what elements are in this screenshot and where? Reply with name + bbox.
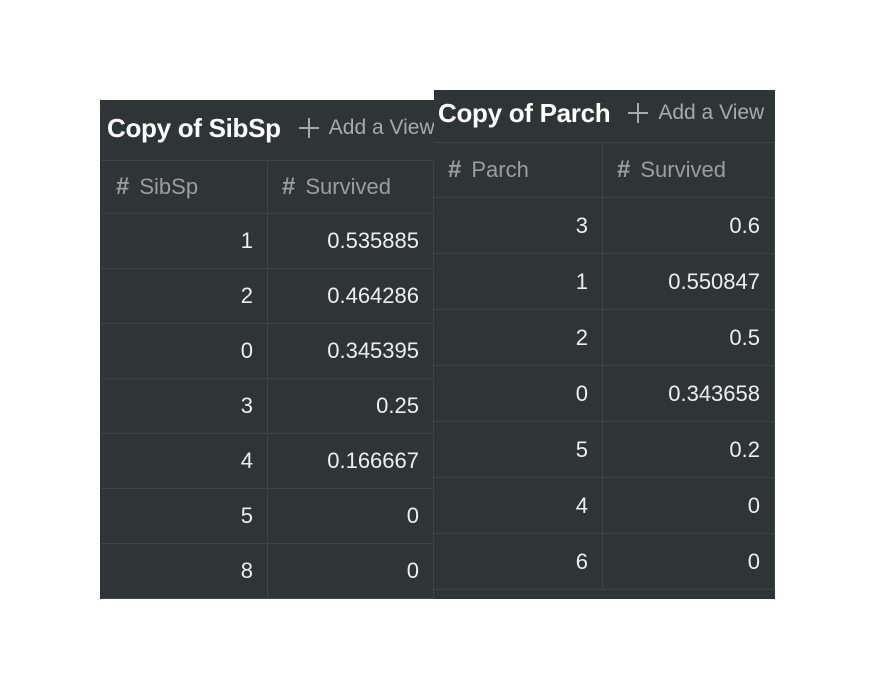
view-title: Copy of SibSp <box>107 112 281 143</box>
column-header-survived[interactable]: # Survived <box>268 160 434 214</box>
cell-sibsp[interactable]: 1 <box>102 214 268 269</box>
add-view-button[interactable]: Add a View <box>628 101 764 125</box>
table-header-row: # SibSp # Survived <box>102 160 434 214</box>
table-body: 1 0.535885 2 0.464286 0 0.345395 3 0.25 … <box>102 214 434 599</box>
table-row[interactable]: 3 0.25 <box>102 379 434 434</box>
add-view-button[interactable]: Add a View <box>298 116 434 140</box>
column-header-label: Survived <box>640 157 726 182</box>
cell-parch[interactable]: 1 <box>434 254 603 310</box>
cell-sibsp[interactable]: 3 <box>102 379 268 434</box>
cell-parch[interactable]: 2 <box>434 310 603 366</box>
cell-sibsp[interactable]: 8 <box>102 544 268 599</box>
hash-icon: # <box>617 156 631 183</box>
cell-sibsp[interactable]: 5 <box>102 489 268 544</box>
cell-survived[interactable]: 0 <box>603 478 775 534</box>
add-view-label: Add a View <box>658 101 765 124</box>
add-view-label: Add a View <box>328 116 434 139</box>
plus-icon <box>628 103 649 123</box>
column-header-label: Survived <box>305 174 391 199</box>
cell-survived[interactable]: 0.550847 <box>603 254 775 310</box>
table-header-row: # Parch # Survived <box>434 142 775 198</box>
cell-parch[interactable]: 6 <box>434 534 603 590</box>
cell-survived[interactable]: 0.464286 <box>268 269 434 324</box>
cell-survived[interactable]: 0.535885 <box>268 214 434 269</box>
table-row[interactable]: 3 0.6 <box>434 198 775 254</box>
hash-icon: # <box>282 173 296 200</box>
table-row[interactable]: 8 0 <box>102 544 434 599</box>
table-row[interactable]: 1 0.550847 <box>434 254 775 310</box>
table-row[interactable]: 1 0.535885 <box>102 214 434 269</box>
sibsp-table: # SibSp # Survived 1 0.535885 2 0.464286 <box>102 160 434 599</box>
table-row[interactable]: 6 0 <box>434 534 775 590</box>
cell-survived[interactable]: 0.345395 <box>268 324 434 379</box>
table-row[interactable]: 0 0.345395 <box>102 324 434 379</box>
parch-view-panel: Copy of Parch Add a View # Parch # Survi… <box>434 90 775 599</box>
cell-parch[interactable]: 4 <box>434 478 603 534</box>
table-row[interactable]: 4 0 <box>434 478 775 534</box>
column-header-sibsp[interactable]: # SibSp <box>102 160 268 214</box>
view-header: Copy of Parch Add a View <box>434 90 775 136</box>
table-row[interactable]: 2 0.5 <box>434 310 775 366</box>
table-body: 3 0.6 1 0.550847 2 0.5 0 0.343658 5 0.2 … <box>434 198 775 590</box>
sibsp-view-panel: Copy of SibSp Add a View # SibSp # Survi… <box>100 100 434 599</box>
table-row[interactable]: 5 0 <box>102 489 434 544</box>
cell-parch[interactable]: 5 <box>434 422 603 478</box>
cell-survived[interactable]: 0 <box>268 544 434 599</box>
screenshot-canvas: Copy of SibSp Add a View # SibSp # Survi… <box>0 0 875 700</box>
view-title: Copy of Parch <box>438 97 611 128</box>
cell-survived[interactable]: 0.25 <box>268 379 434 434</box>
cell-sibsp[interactable]: 0 <box>102 324 268 379</box>
cell-survived[interactable]: 0.2 <box>603 422 775 478</box>
cell-survived[interactable]: 0.6 <box>603 198 775 254</box>
cell-survived[interactable]: 0 <box>603 534 775 590</box>
cell-parch[interactable]: 0 <box>434 366 603 422</box>
cell-survived[interactable]: 0 <box>268 489 434 544</box>
column-header-parch[interactable]: # Parch <box>434 142 603 198</box>
parch-table: # Parch # Survived 3 0.6 1 0.550847 2 0.… <box>434 142 775 590</box>
view-header: Copy of SibSp Add a View <box>100 100 434 156</box>
column-header-survived[interactable]: # Survived <box>603 142 775 198</box>
cell-survived[interactable]: 0.5 <box>603 310 775 366</box>
table-row[interactable]: 5 0.2 <box>434 422 775 478</box>
column-header-label: SibSp <box>139 174 199 199</box>
plus-icon <box>298 118 319 138</box>
cell-sibsp[interactable]: 4 <box>102 434 268 489</box>
cell-parch[interactable]: 3 <box>434 198 603 254</box>
cell-sibsp[interactable]: 2 <box>102 269 268 324</box>
table-row[interactable]: 4 0.166667 <box>102 434 434 489</box>
cell-survived[interactable]: 0.343658 <box>603 366 775 422</box>
hash-icon: # <box>448 156 462 183</box>
table-row[interactable]: 2 0.464286 <box>102 269 434 324</box>
table-row[interactable]: 0 0.343658 <box>434 366 775 422</box>
cell-survived[interactable]: 0.166667 <box>268 434 434 489</box>
hash-icon: # <box>116 173 130 200</box>
column-header-label: Parch <box>471 157 529 182</box>
